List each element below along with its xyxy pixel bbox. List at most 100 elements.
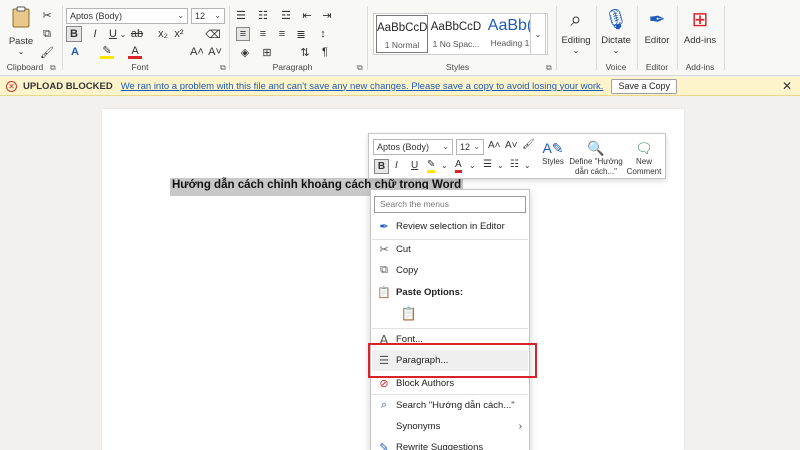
styles-brush-icon: A✎ [542,140,564,156]
copy-icon: ⧉ [380,264,388,276]
clear-format-icon[interactable]: ⌫ [205,26,221,42]
editor-button[interactable]: ✒ Editor [641,5,673,46]
menu-item-copy[interactable]: ⧉ Copy [372,260,528,281]
addins-grid-icon: ⊞ [691,9,709,31]
error-icon: ✕ [6,80,17,92]
font-launcher-icon[interactable]: ⧉ [220,63,226,73]
shading-icon[interactable]: ◈ [238,45,252,59]
font-name-combo[interactable]: Aptos (Body) ⌄ [66,8,188,24]
styles-gallery: AaBbCcD 1 Normal AaBbCcD 1 No Spac... Aa… [373,13,548,55]
paragraph-launcher-icon[interactable]: ⧉ [357,63,363,73]
chevron-down-icon[interactable]: ⌄ [497,161,504,170]
mini-font-size-combo[interactable]: 12 ⌄ [456,139,484,155]
styles-launcher-icon[interactable]: ⧉ [546,63,552,73]
underline-button[interactable]: U [106,26,120,42]
editing-button[interactable]: ⌕ Editing ⌄ [560,5,592,55]
menu-item-rewrite[interactable]: ✎ Rewrite Suggestions [372,437,528,450]
divider [556,6,557,70]
clipboard-icon: 📋 [400,306,418,321]
menu-item-cut[interactable]: ✂ Cut [372,239,528,260]
font-size-combo[interactable]: 12 ⌄ [191,8,225,24]
banner-message-link[interactable]: We ran into a problem with this file and… [121,81,604,92]
style-normal[interactable]: AaBbCcD 1 Normal [376,15,428,53]
paste-button[interactable]: Paste ⌄ [6,6,36,56]
dictate-button[interactable]: 🎙 Dictate ⌄ [600,5,632,55]
chevron-down-icon: ⌄ [177,11,184,20]
sort-icon[interactable]: ⇅ [298,45,312,59]
superscript-button[interactable]: x² [172,26,186,42]
menu-item-synonyms[interactable]: Synonyms › [372,416,528,437]
menu-item-search[interactable]: ⌕ Search "Hướng dẫn cách..." [372,395,528,416]
chevron-down-icon: ⌄ [442,142,449,151]
mini-bullets-icon[interactable]: ☰ [483,159,492,170]
divider [596,6,597,70]
clipboard-launcher-icon[interactable]: ⧉ [50,63,56,73]
text-effects-icon[interactable]: A [68,45,82,59]
define-button[interactable]: 🔍 Define "Hướng dẫn cách..." [569,139,623,176]
grow-font-icon[interactable]: A˄ [190,45,204,59]
shrink-font-icon[interactable]: A˅ [208,45,222,59]
paste-keep-formatting-button[interactable]: 📋 [397,303,421,325]
chevron-down-icon[interactable]: ⌄ [469,161,476,170]
bullets-icon[interactable]: ☰ [234,8,248,22]
mini-italic-button[interactable]: I [395,160,398,171]
borders-icon[interactable]: ⊞ [260,45,274,59]
copy-icon[interactable]: ⧉ [40,27,54,41]
style-heading-1[interactable]: AaBb( Heading 1 [484,15,536,53]
cut-icon: ✂ [379,244,389,256]
mini-font-name-combo[interactable]: Aptos (Body) ⌄ [373,139,453,155]
mini-underline-button[interactable]: U [411,160,418,171]
show-marks-icon[interactable]: ¶ [318,45,332,59]
new-comment-button[interactable]: 🗨 New Comment [625,139,663,176]
format-painter-icon[interactable]: 🖌 [40,45,54,59]
addins-button[interactable]: ⊞ Add-ins [681,5,719,46]
line-spacing-icon[interactable]: ↕ [316,27,330,41]
upload-blocked-banner: ✕ UPLOAD BLOCKED We ran into a problem w… [0,77,800,96]
highlight-color-icon[interactable]: ✎ [100,45,114,59]
save-copy-button[interactable]: Save a Copy [611,78,677,94]
font-color-icon[interactable]: A [128,45,142,59]
justify-icon[interactable]: ≣ [294,27,308,41]
microphone-icon: 🎙 [603,9,629,31]
underline-dropdown-icon[interactable]: ⌄ [119,26,127,42]
multilevel-list-icon[interactable]: ☲ [279,8,293,22]
mini-grow-font-icon[interactable]: A˄ [488,140,501,151]
menu-item-review-selection[interactable]: ✒ Review selection in Editor [372,216,528,237]
mini-styles-button[interactable]: A✎ Styles [539,139,567,167]
align-center-icon[interactable]: ≡ [256,27,270,41]
strikethrough-button[interactable]: ab [130,26,144,42]
mini-toolbar: Aptos (Body) ⌄ 12 ⌄ A˄ A˅ 🖌 B I U ✎ ⌄ A ⌄ … [368,133,666,179]
styles-more-button[interactable]: ⌄ [530,13,546,55]
align-right-icon[interactable]: ≡ [275,27,289,41]
mini-numbering-icon[interactable]: ☷ [510,159,519,170]
align-left-icon[interactable]: ≡ [236,27,250,41]
bold-button[interactable]: B [66,26,82,42]
italic-button[interactable]: I [88,26,102,42]
editor-group-label: Editor [645,62,669,72]
chevron-down-icon: ⌄ [473,142,480,151]
paste-icon: 📋 [377,287,391,299]
close-icon[interactable]: ✕ [782,79,792,93]
mini-format-painter-icon[interactable]: 🖌 [522,139,535,150]
mini-highlight-icon[interactable]: ✎ [427,159,436,173]
mini-shrink-font-icon[interactable]: A˅ [505,140,518,151]
block-authors-icon: ⊘ [379,378,389,390]
search-icon: ⌕ [380,399,388,411]
mini-font-color-icon[interactable]: A [455,159,462,173]
decrease-indent-icon[interactable]: ⇤ [300,8,314,22]
cut-icon[interactable]: ✂ [40,8,54,22]
mini-bold-button[interactable]: B [374,159,389,174]
style-no-spacing[interactable]: AaBbCcD 1 No Spac... [430,15,482,53]
chevron-down-icon: ⌄ [612,46,620,55]
chevron-down-icon[interactable]: ⌄ [441,161,448,170]
divider [677,6,678,70]
subscript-button[interactable]: x₂ [156,26,170,42]
paste-dropdown-icon[interactable]: ⌄ [6,47,36,56]
chevron-down-icon[interactable]: ⌄ [524,161,531,170]
ribbon: Paste ⌄ ✂ ⧉ 🖌 Clipboard ⧉ Aptos (Body) ⌄ … [0,0,800,76]
increase-indent-icon[interactable]: ⇥ [320,8,334,22]
menu-item-paste-options: 📋 Paste Options: [372,282,528,303]
menu-search-input[interactable]: Search the menus [374,196,526,213]
numbering-icon[interactable]: ☷ [256,8,270,22]
divider [62,6,63,70]
